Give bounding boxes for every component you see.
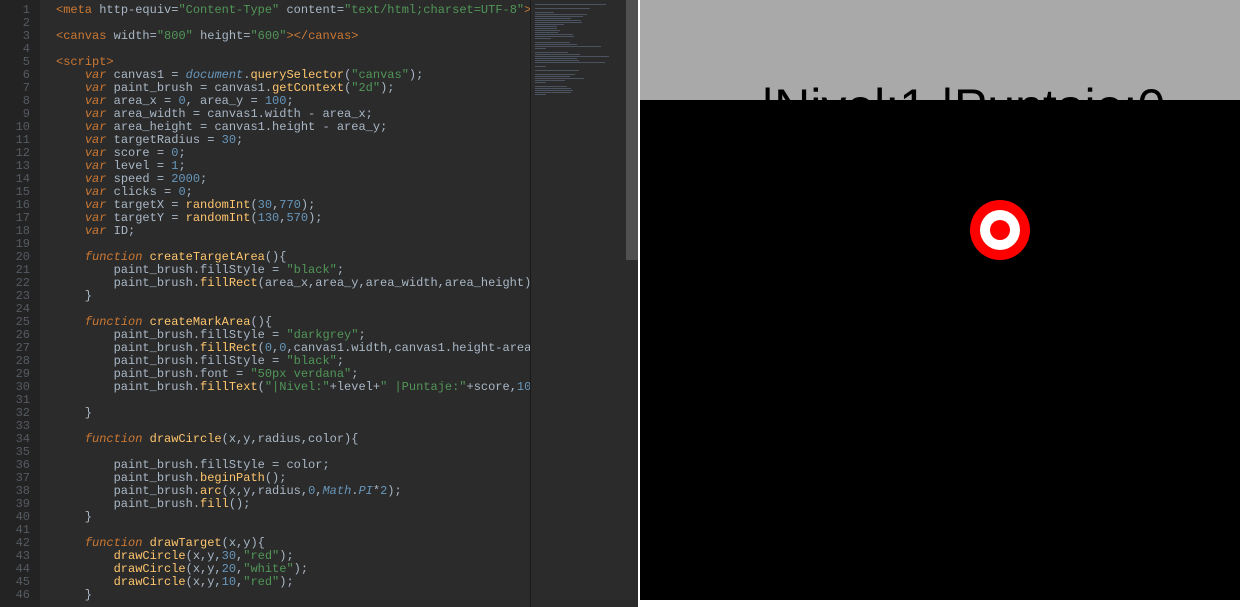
line-number: 8 [0,95,40,108]
target-ring-red [990,220,1010,240]
line-number: 46 [0,589,40,602]
code-line[interactable]: paint_brush.fillText("|Nivel:"+level+" |… [56,381,530,394]
line-number: 7 [0,82,40,95]
code-line[interactable]: drawCircle(x,y,10,"red"); [56,576,530,589]
minimap[interactable] [530,0,626,607]
play-area[interactable] [640,100,1240,600]
code-line[interactable]: var ID; [56,225,530,238]
code-line[interactable]: function drawCircle(x,y,radius,color){ [56,433,530,446]
code-line[interactable]: } [56,511,530,524]
code-line[interactable]: paint_brush.fillRect(area_x,area_y,area_… [56,277,530,290]
code-line[interactable]: <meta http-equiv="Content-Type" content=… [56,4,530,17]
line-number: 3 [0,30,40,43]
scrollbar-thumb[interactable] [626,0,638,260]
code-line[interactable]: } [56,290,530,303]
line-gutter: 1234567891011121314151617181920212223242… [0,0,40,607]
code-line[interactable] [56,394,530,407]
score-bar: |Nivel:1 |Puntaje:0 [640,0,1240,100]
code-line[interactable]: paint_brush.fill(); [56,498,530,511]
code-line[interactable] [56,43,530,56]
game-preview: |Nivel:1 |Puntaje:0 [638,0,1240,607]
line-number: 6 [0,69,40,82]
line-number: 4 [0,43,40,56]
code-line[interactable]: } [56,589,530,602]
scrollbar-vertical[interactable] [626,0,638,607]
target-circle[interactable] [970,200,1030,260]
line-number: 2 [0,17,40,30]
code-area[interactable]: <meta http-equiv="Content-Type" content=… [40,0,530,607]
code-line[interactable]: <canvas width="800" height="600"></canva… [56,30,530,43]
line-number: 1 [0,4,40,17]
code-editor[interactable]: 1234567891011121314151617181920212223242… [0,0,638,607]
line-number: 5 [0,56,40,69]
code-line[interactable]: } [56,407,530,420]
